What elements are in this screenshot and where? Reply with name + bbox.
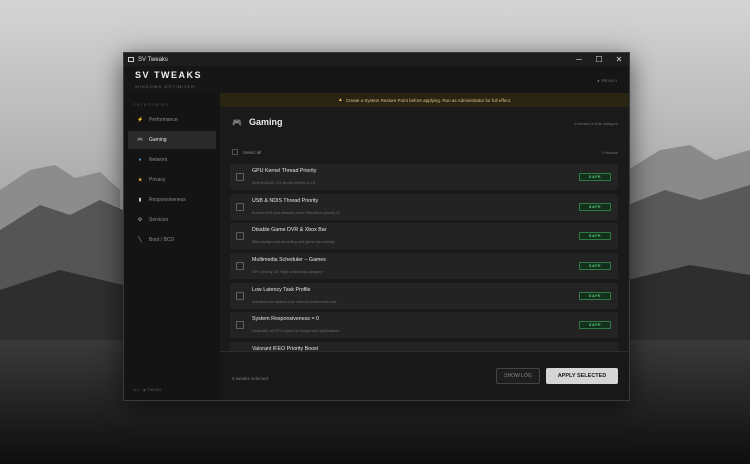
tweak-description: GPU priority 18, High scheduling categor… bbox=[252, 270, 323, 275]
safe-badge: SAFE bbox=[579, 232, 611, 241]
sidebar-item-label: Responsiveness bbox=[149, 197, 186, 203]
tweak-name: GPU Kernel Thread Priority bbox=[252, 168, 317, 174]
sidebar-item-network[interactable]: ● Network bbox=[128, 151, 216, 169]
show-log-button[interactable]: SHOW LOG bbox=[496, 368, 540, 384]
tweak-checkbox[interactable] bbox=[236, 202, 244, 211]
safe-badge: SAFE bbox=[579, 202, 611, 211]
sidebar-item-label: Privacy bbox=[149, 177, 166, 183]
safe-badge: SAFE bbox=[579, 173, 611, 181]
sidebar-item-label: Gaming bbox=[149, 137, 167, 143]
sidebar-item-boot-bcd[interactable]: ╲ Boot / BCD bbox=[128, 231, 216, 249]
warning-icon: ▲ bbox=[337, 97, 343, 103]
main-content: ▲ Create a System Restore Point before a… bbox=[220, 93, 629, 400]
tweak-checkbox[interactable] bbox=[236, 262, 244, 271]
app-icon bbox=[128, 57, 134, 62]
tweak-row[interactable]: Disable Game DVR & Xbox Bar Kills backgr… bbox=[230, 223, 618, 250]
window-controls: ─ ☐ ✕ bbox=[569, 53, 629, 66]
tweak-name: USB & NDIS Thread Priority bbox=[252, 197, 319, 204]
category-nav: ⚡ Performance 🎮 Gaming ● Network ■ Priva… bbox=[128, 111, 216, 251]
select-all-label[interactable]: Select all bbox=[243, 150, 261, 155]
tweak-list: GPU Kernel Thread Priority Sets NVIDIA /… bbox=[230, 164, 618, 372]
minimize-button[interactable]: ─ bbox=[569, 53, 589, 66]
app-window: SV Tweaks ─ ☐ ✕ SV TWEAKS WINDOWS OPTIMI… bbox=[123, 52, 630, 401]
lock-icon: ■ bbox=[138, 177, 142, 183]
tweak-name: Multimedia Scheduler – Games bbox=[252, 257, 326, 264]
tweak-name: Disable Game DVR & Xbox Bar bbox=[252, 227, 327, 234]
selected-count: 0 tweaks selected bbox=[232, 376, 268, 381]
globe-icon: ● bbox=[138, 157, 142, 163]
sidebar-caption: CATEGORIES bbox=[133, 102, 169, 107]
app-name: SV TWEAKS bbox=[135, 70, 203, 80]
category-header: 🎮 Gaming bbox=[232, 117, 282, 127]
tweak-row[interactable]: USB & NDIS Thread Priority Boosts USB an… bbox=[230, 193, 618, 220]
tweak-name: System Responsiveness = 0 bbox=[252, 316, 319, 323]
gamepad-icon: 🎮 bbox=[137, 137, 144, 143]
window-title: SV Tweaks bbox=[138, 56, 168, 63]
tweak-row[interactable]: Multimedia Scheduler – Games GPU priorit… bbox=[230, 253, 618, 280]
status-indicator: ● READY bbox=[597, 78, 618, 83]
close-button[interactable]: ✕ bbox=[609, 53, 629, 66]
tweak-checkbox[interactable] bbox=[236, 232, 244, 241]
bolt-icon: ⚡ bbox=[137, 117, 144, 123]
tweak-description: Dedicates all CPU cycles to foreground a… bbox=[252, 329, 340, 334]
sidebar: CATEGORIES ⚡ Performance 🎮 Gaming ● Netw… bbox=[124, 93, 220, 400]
sidebar-item-label: Performance bbox=[149, 117, 178, 123]
wrench-icon: ╲ bbox=[138, 237, 142, 243]
select-all-row: Select all 9 tweaks bbox=[232, 147, 618, 157]
tweak-description: Kills background recording and game bar … bbox=[252, 240, 335, 245]
phone-icon: ▮ bbox=[138, 197, 142, 203]
maximize-button[interactable]: ☐ bbox=[589, 53, 609, 66]
tweak-row[interactable]: GPU Kernel Thread Priority Sets NVIDIA /… bbox=[230, 164, 618, 190]
select-all-checkbox[interactable] bbox=[232, 149, 238, 155]
action-footer: 0 tweaks selected SHOW LOG APPLY SELECTE… bbox=[220, 351, 629, 400]
warning-banner: ▲ Create a System Restore Point before a… bbox=[220, 93, 629, 107]
tweak-name: Low Latency Task Profile bbox=[252, 286, 311, 293]
version-info: v1.0 · ◉ TWEAKS bbox=[133, 388, 162, 392]
safe-badge: SAFE bbox=[579, 291, 611, 300]
tweak-description: Boosts USB and network driver threads to… bbox=[252, 210, 341, 215]
title-bar[interactable]: SV Tweaks ─ ☐ ✕ bbox=[124, 53, 629, 66]
tweak-count: 9 tweaks bbox=[602, 149, 618, 155]
tweak-checkbox[interactable] bbox=[236, 321, 244, 330]
gear-icon: ⚙ bbox=[137, 217, 143, 223]
tweak-row[interactable]: System Responsiveness = 0 Dedicates all … bbox=[230, 312, 618, 339]
safe-badge: SAFE bbox=[579, 262, 611, 271]
sidebar-item-performance[interactable]: ⚡ Performance bbox=[128, 111, 216, 129]
tweak-checkbox[interactable] bbox=[236, 291, 244, 300]
category-count: 9 tweaks in this category bbox=[574, 121, 618, 126]
sidebar-item-privacy[interactable]: ■ Privacy bbox=[128, 171, 216, 189]
sidebar-item-label: Services bbox=[149, 217, 169, 223]
tweak-checkbox[interactable] bbox=[236, 173, 244, 181]
tweak-description: Sets NVIDIA / DX kernel priority to 15 bbox=[252, 181, 315, 185]
category-title: Gaming bbox=[248, 117, 283, 127]
apply-selected-button[interactable]: APPLY SELECTED bbox=[546, 368, 618, 384]
sidebar-item-services[interactable]: ⚙ Services bbox=[128, 211, 216, 229]
gamepad-icon: 🎮 bbox=[232, 117, 242, 127]
sidebar-item-gaming[interactable]: 🎮 Gaming bbox=[128, 131, 216, 149]
app-subtitle: WINDOWS OPTIMIZER bbox=[135, 84, 196, 89]
tweak-row[interactable]: Low Latency Task Profile Activates the s… bbox=[230, 282, 618, 309]
sidebar-item-label: Boot / BCD bbox=[149, 237, 175, 243]
tweak-description: Activates the system Low Latency multime… bbox=[252, 299, 337, 304]
warning-text: Create a System Restore Point before app… bbox=[345, 97, 512, 103]
sidebar-item-label: Network bbox=[149, 157, 168, 163]
safe-badge: SAFE bbox=[579, 321, 611, 330]
sidebar-item-responsiveness[interactable]: ▮ Responsiveness bbox=[128, 191, 216, 209]
